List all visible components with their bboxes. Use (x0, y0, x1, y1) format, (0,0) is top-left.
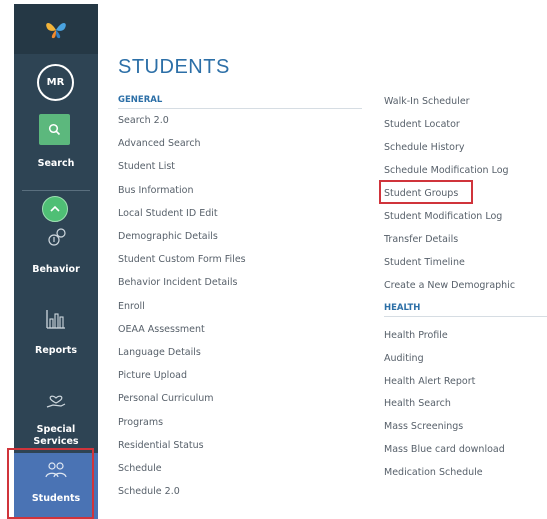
menu-link[interactable]: Student Locator (384, 119, 460, 130)
section-heading-general: GENERAL (118, 95, 163, 105)
user-avatar[interactable]: MR (37, 64, 74, 101)
menu-link[interactable]: Auditing (384, 353, 424, 364)
menu-link[interactable]: Behavior Incident Details (118, 277, 237, 288)
sidebar-item-label: Behavior (32, 264, 80, 275)
page-title: STUDENTS (118, 56, 230, 78)
menu-link[interactable]: Schedule Modification Log (384, 165, 509, 176)
menu-link[interactable]: Advanced Search (118, 138, 201, 149)
menu-link[interactable]: Residential Status (118, 440, 204, 451)
sidebar: MR Search Behavior Reports Special Servi… (14, 4, 98, 519)
sidebar-item-label-2: Services (33, 436, 79, 446)
menu-link[interactable]: Health Profile (384, 330, 448, 341)
heading-divider (384, 316, 547, 317)
butterfly-logo-icon (46, 23, 66, 39)
menu-link[interactable]: Walk-In Scheduler (384, 96, 470, 107)
menu-link[interactable]: Schedule 2.0 (118, 486, 180, 497)
menu-link[interactable]: Schedule (118, 463, 162, 474)
sidebar-item-label: Reports (35, 345, 77, 356)
menu-link[interactable]: Local Student ID Edit (118, 208, 218, 219)
menu-link[interactable]: Student List (118, 161, 175, 172)
menu-link[interactable]: Student Timeline (384, 257, 465, 268)
menu-link[interactable]: Mass Screenings (384, 421, 463, 432)
search-icon (39, 114, 70, 145)
active-item-highlight (7, 448, 94, 519)
student-groups-highlight (379, 180, 473, 204)
menu-link[interactable]: Create a New Demographic (384, 280, 515, 291)
menu-link[interactable]: Search 2.0 (118, 115, 169, 126)
app-logo[interactable] (14, 4, 98, 54)
menu-link[interactable]: Demographic Details (118, 231, 218, 242)
hand-heart-icon (46, 395, 66, 408)
menu-link[interactable]: Mass Blue card download (384, 444, 505, 455)
section-heading-health: HEALTH (384, 303, 421, 313)
behavior-icon (48, 228, 66, 246)
menu-link[interactable]: Health Search (384, 398, 451, 409)
menu-link[interactable]: Enroll (118, 301, 145, 312)
bar-chart-icon (46, 310, 65, 329)
menu-link[interactable]: Programs (118, 417, 163, 428)
sidebar-item-label: Special (36, 424, 76, 435)
menu-link[interactable]: Language Details (118, 347, 201, 358)
menu-link[interactable]: Health Alert Report (384, 376, 475, 387)
heading-divider (118, 108, 362, 109)
avatar-initials: MR (46, 77, 65, 88)
menu-link[interactable]: Student Modification Log (384, 211, 502, 222)
menu-link[interactable]: OEAA Assessment (118, 324, 205, 335)
sidebar-item-label: Search (37, 158, 75, 169)
collapse-up-icon[interactable] (42, 196, 68, 222)
menu-link[interactable]: Schedule History (384, 142, 464, 153)
menu-link[interactable]: Bus Information (118, 185, 194, 196)
sidebar-divider (22, 190, 90, 191)
menu-link[interactable]: Student Custom Form Files (118, 254, 246, 265)
menu-link[interactable]: Personal Curriculum (118, 393, 214, 404)
menu-link[interactable]: Picture Upload (118, 370, 187, 381)
menu-link[interactable]: Transfer Details (384, 234, 458, 245)
menu-link[interactable]: Medication Schedule (384, 467, 483, 478)
